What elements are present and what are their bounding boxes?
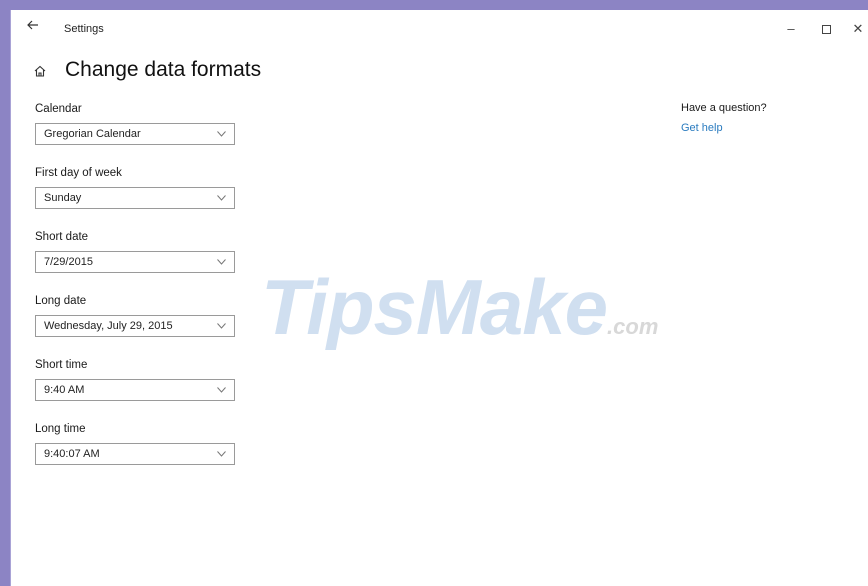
dropdown-value: 9:40:07 AM — [44, 448, 100, 460]
field-label: Long time — [35, 423, 86, 435]
minimize-button[interactable]: – — [784, 22, 798, 36]
short-time-setting: Short time 9:40 AM — [35, 358, 235, 422]
first-day-of-week-dropdown[interactable]: Sunday — [35, 187, 235, 209]
field-label: Short date — [35, 231, 89, 243]
field-label: Long date — [35, 295, 87, 307]
field-label: Calendar — [35, 103, 82, 115]
field-label: Short time — [35, 359, 88, 371]
chevron-down-icon — [217, 259, 226, 265]
maximize-icon — [821, 25, 831, 34]
short-date-dropdown[interactable]: 7/29/2015 — [35, 251, 235, 273]
short-date-setting: Short date 7/29/2015 — [35, 230, 235, 294]
field-label: First day of week — [35, 167, 122, 179]
watermark-text: TipsMake — [261, 263, 608, 351]
long-time-setting: Long time 9:40:07 AM — [35, 422, 235, 486]
chevron-down-icon — [217, 195, 226, 201]
long-date-dropdown[interactable]: Wednesday, July 29, 2015 — [35, 315, 235, 337]
title-bar: Settings – ✕ — [11, 10, 868, 42]
home-icon[interactable] — [33, 64, 47, 78]
dropdown-value: 9:40 AM — [44, 384, 85, 396]
close-button[interactable]: ✕ — [851, 22, 865, 36]
dropdown-value: Sunday — [44, 192, 82, 204]
arrow-left-icon — [27, 20, 38, 30]
long-time-dropdown[interactable]: 9:40:07 AM — [35, 443, 235, 465]
first-day-of-week-setting: First day of week Sunday — [35, 166, 235, 230]
settings-window: Settings – ✕ Change data formats Calenda… — [10, 10, 868, 586]
chevron-down-icon — [217, 451, 226, 457]
dropdown-value: Gregorian Calendar — [44, 128, 141, 140]
chevron-down-icon — [217, 131, 226, 137]
maximize-button[interactable] — [819, 22, 833, 36]
short-time-dropdown[interactable]: 9:40 AM — [35, 379, 235, 401]
get-help-link[interactable]: Get help — [681, 122, 767, 134]
watermark: TipsMake.com — [261, 262, 658, 353]
dropdown-value: Wednesday, July 29, 2015 — [44, 320, 173, 332]
back-button[interactable] — [27, 19, 43, 33]
calendar-dropdown[interactable]: Gregorian Calendar — [35, 123, 235, 145]
long-date-setting: Long date Wednesday, July 29, 2015 — [35, 294, 235, 358]
help-heading: Have a question? — [681, 102, 767, 114]
watermark-suffix: .com — [607, 314, 659, 339]
chevron-down-icon — [217, 323, 226, 329]
page-title: Change data formats — [65, 58, 262, 81]
app-title: Settings — [64, 23, 104, 35]
calendar-setting: Calendar Gregorian Calendar — [35, 102, 235, 166]
chevron-down-icon — [217, 387, 226, 393]
help-panel: Have a question? Get help — [681, 102, 767, 134]
dropdown-value: 7/29/2015 — [44, 256, 93, 268]
data-format-settings: Calendar Gregorian Calendar First day of… — [35, 102, 235, 486]
